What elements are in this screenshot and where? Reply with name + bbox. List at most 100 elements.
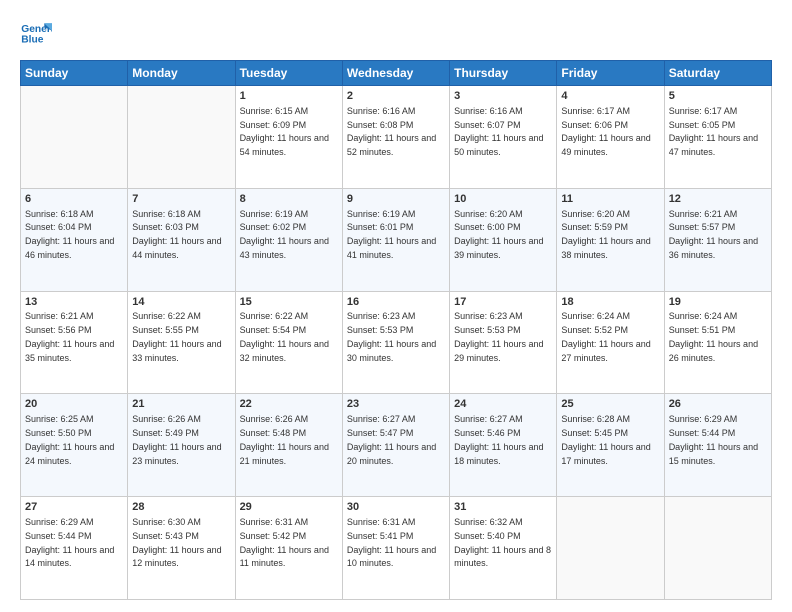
day-info: Sunrise: 6:20 AMSunset: 6:00 PMDaylight:… (454, 209, 543, 260)
day-number: 11 (561, 192, 659, 207)
day-number: 9 (347, 192, 445, 207)
calendar-cell: 24 Sunrise: 6:27 AMSunset: 5:46 PMDayligh… (450, 394, 557, 497)
page: General Blue SundayMondayTuesdayWednesda… (0, 0, 792, 612)
calendar-cell: 20Sunrise: 6:25 AMSunset: 5:50 PMDayligh… (21, 394, 128, 497)
calendar-cell: 17Sunrise: 6:23 AMSunset: 5:53 PMDayligh… (450, 291, 557, 394)
calendar-cell: 10 Sunrise: 6:20 AMSunset: 6:00 PMDayligh… (450, 188, 557, 291)
calendar-week-1: 6 Sunrise: 6:18 AMSunset: 6:04 PMDaylight… (21, 188, 772, 291)
day-info: Sunrise: 6:22 AMSunset: 5:54 PMDaylight:… (240, 311, 329, 362)
calendar-cell: 18Sunrise: 6:24 AMSunset: 5:52 PMDayligh… (557, 291, 664, 394)
day-info: Sunrise: 6:16 AMSunset: 6:07 PMDaylight:… (454, 106, 543, 157)
calendar-cell: 21Sunrise: 6:26 AMSunset: 5:49 PMDayligh… (128, 394, 235, 497)
day-number: 5 (669, 89, 767, 104)
day-number: 3 (454, 89, 552, 104)
calendar-cell: 19Sunrise: 6:24 AMSunset: 5:51 PMDayligh… (664, 291, 771, 394)
day-info: Sunrise: 6:29 AMSunset: 5:44 PMDaylight:… (669, 414, 758, 465)
day-info: Sunrise: 6:19 AMSunset: 6:01 PMDaylight:… (347, 209, 436, 260)
calendar-cell: 14Sunrise: 6:22 AMSunset: 5:55 PMDayligh… (128, 291, 235, 394)
day-number: 16 (347, 295, 445, 310)
day-info: Sunrise: 6:22 AMSunset: 5:55 PMDaylight:… (132, 311, 221, 362)
calendar-week-2: 13Sunrise: 6:21 AMSunset: 5:56 PMDayligh… (21, 291, 772, 394)
day-number: 26 (669, 397, 767, 412)
calendar-cell: 2 Sunrise: 6:16 AMSunset: 6:08 PMDaylight… (342, 86, 449, 189)
calendar-cell: 3 Sunrise: 6:16 AMSunset: 6:07 PMDaylight… (450, 86, 557, 189)
day-info: Sunrise: 6:19 AMSunset: 6:02 PMDaylight:… (240, 209, 329, 260)
day-number: 4 (561, 89, 659, 104)
calendar-cell (128, 86, 235, 189)
day-info: Sunrise: 6:17 AMSunset: 6:05 PMDaylight:… (669, 106, 758, 157)
day-number: 19 (669, 295, 767, 310)
day-number: 29 (240, 500, 338, 515)
calendar-cell (557, 497, 664, 600)
day-number: 14 (132, 295, 230, 310)
day-info: Sunrise: 6:24 AMSunset: 5:52 PMDaylight:… (561, 311, 650, 362)
day-info: Sunrise: 6:27 AMSunset: 5:46 PMDaylight:… (454, 414, 543, 465)
day-number: 12 (669, 192, 767, 207)
weekday-header-thursday: Thursday (450, 61, 557, 86)
day-info: Sunrise: 6:18 AMSunset: 6:04 PMDaylight:… (25, 209, 114, 260)
weekday-header-tuesday: Tuesday (235, 61, 342, 86)
day-info: Sunrise: 6:24 AMSunset: 5:51 PMDaylight:… (669, 311, 758, 362)
day-info: Sunrise: 6:25 AMSunset: 5:50 PMDaylight:… (25, 414, 114, 465)
calendar-cell: 26 Sunrise: 6:29 AMSunset: 5:44 PMDayligh… (664, 394, 771, 497)
day-number: 15 (240, 295, 338, 310)
weekday-header-sunday: Sunday (21, 61, 128, 86)
day-number: 18 (561, 295, 659, 310)
day-info: Sunrise: 6:28 AMSunset: 5:45 PMDaylight:… (561, 414, 650, 465)
weekday-header-monday: Monday (128, 61, 235, 86)
day-number: 1 (240, 89, 338, 104)
day-info: Sunrise: 6:21 AMSunset: 5:56 PMDaylight:… (25, 311, 114, 362)
calendar-week-0: 1Sunrise: 6:15 AMSunset: 6:09 PMDaylight… (21, 86, 772, 189)
calendar-week-4: 27Sunrise: 6:29 AMSunset: 5:44 PMDayligh… (21, 497, 772, 600)
calendar-cell (21, 86, 128, 189)
calendar-table: SundayMondayTuesdayWednesdayThursdayFrid… (20, 60, 772, 600)
calendar-cell: 22 Sunrise: 6:26 AMSunset: 5:48 PMDayligh… (235, 394, 342, 497)
day-number: 23 (347, 397, 445, 412)
day-number: 24 (454, 397, 552, 412)
day-number: 25 (561, 397, 659, 412)
day-number: 10 (454, 192, 552, 207)
day-number: 13 (25, 295, 123, 310)
calendar-cell: 31Sunrise: 6:32 AMSunset: 5:40 PMDayligh… (450, 497, 557, 600)
day-info: Sunrise: 6:31 AMSunset: 5:41 PMDaylight:… (347, 517, 436, 568)
day-info: Sunrise: 6:23 AMSunset: 5:53 PMDaylight:… (347, 311, 436, 362)
calendar-cell: 27Sunrise: 6:29 AMSunset: 5:44 PMDayligh… (21, 497, 128, 600)
day-number: 8 (240, 192, 338, 207)
day-info: Sunrise: 6:17 AMSunset: 6:06 PMDaylight:… (561, 106, 650, 157)
calendar-cell: 13Sunrise: 6:21 AMSunset: 5:56 PMDayligh… (21, 291, 128, 394)
day-number: 22 (240, 397, 338, 412)
day-info: Sunrise: 6:26 AMSunset: 5:48 PMDaylight:… (240, 414, 329, 465)
day-info: Sunrise: 6:26 AMSunset: 5:49 PMDaylight:… (132, 414, 221, 465)
day-number: 6 (25, 192, 123, 207)
day-number: 17 (454, 295, 552, 310)
calendar-cell (664, 497, 771, 600)
day-info: Sunrise: 6:16 AMSunset: 6:08 PMDaylight:… (347, 106, 436, 157)
day-info: Sunrise: 6:30 AMSunset: 5:43 PMDaylight:… (132, 517, 221, 568)
day-info: Sunrise: 6:32 AMSunset: 5:40 PMDaylight:… (454, 517, 551, 568)
calendar-cell: 12 Sunrise: 6:21 AMSunset: 5:57 PMDayligh… (664, 188, 771, 291)
calendar-cell: 25 Sunrise: 6:28 AMSunset: 5:45 PMDayligh… (557, 394, 664, 497)
calendar-cell: 8 Sunrise: 6:19 AMSunset: 6:02 PMDaylight… (235, 188, 342, 291)
calendar-cell: 30 Sunrise: 6:31 AMSunset: 5:41 PMDayligh… (342, 497, 449, 600)
day-number: 28 (132, 500, 230, 515)
day-info: Sunrise: 6:18 AMSunset: 6:03 PMDaylight:… (132, 209, 221, 260)
day-info: Sunrise: 6:23 AMSunset: 5:53 PMDaylight:… (454, 311, 543, 362)
weekday-header-friday: Friday (557, 61, 664, 86)
day-info: Sunrise: 6:31 AMSunset: 5:42 PMDaylight:… (240, 517, 329, 568)
calendar-cell: 7Sunrise: 6:18 AMSunset: 6:03 PMDaylight… (128, 188, 235, 291)
day-info: Sunrise: 6:27 AMSunset: 5:47 PMDaylight:… (347, 414, 436, 465)
calendar-cell: 15Sunrise: 6:22 AMSunset: 5:54 PMDayligh… (235, 291, 342, 394)
weekday-header-saturday: Saturday (664, 61, 771, 86)
logo-icon: General Blue (20, 18, 52, 50)
day-info: Sunrise: 6:29 AMSunset: 5:44 PMDaylight:… (25, 517, 114, 568)
calendar-cell: 28 Sunrise: 6:30 AMSunset: 5:43 PMDayligh… (128, 497, 235, 600)
day-info: Sunrise: 6:20 AMSunset: 5:59 PMDaylight:… (561, 209, 650, 260)
calendar-cell: 4 Sunrise: 6:17 AMSunset: 6:06 PMDaylight… (557, 86, 664, 189)
weekday-header-wednesday: Wednesday (342, 61, 449, 86)
day-number: 30 (347, 500, 445, 515)
day-info: Sunrise: 6:21 AMSunset: 5:57 PMDaylight:… (669, 209, 758, 260)
calendar-cell: 5 Sunrise: 6:17 AMSunset: 6:05 PMDaylight… (664, 86, 771, 189)
day-number: 2 (347, 89, 445, 104)
calendar-cell: 16Sunrise: 6:23 AMSunset: 5:53 PMDayligh… (342, 291, 449, 394)
logo: General Blue (20, 18, 56, 50)
